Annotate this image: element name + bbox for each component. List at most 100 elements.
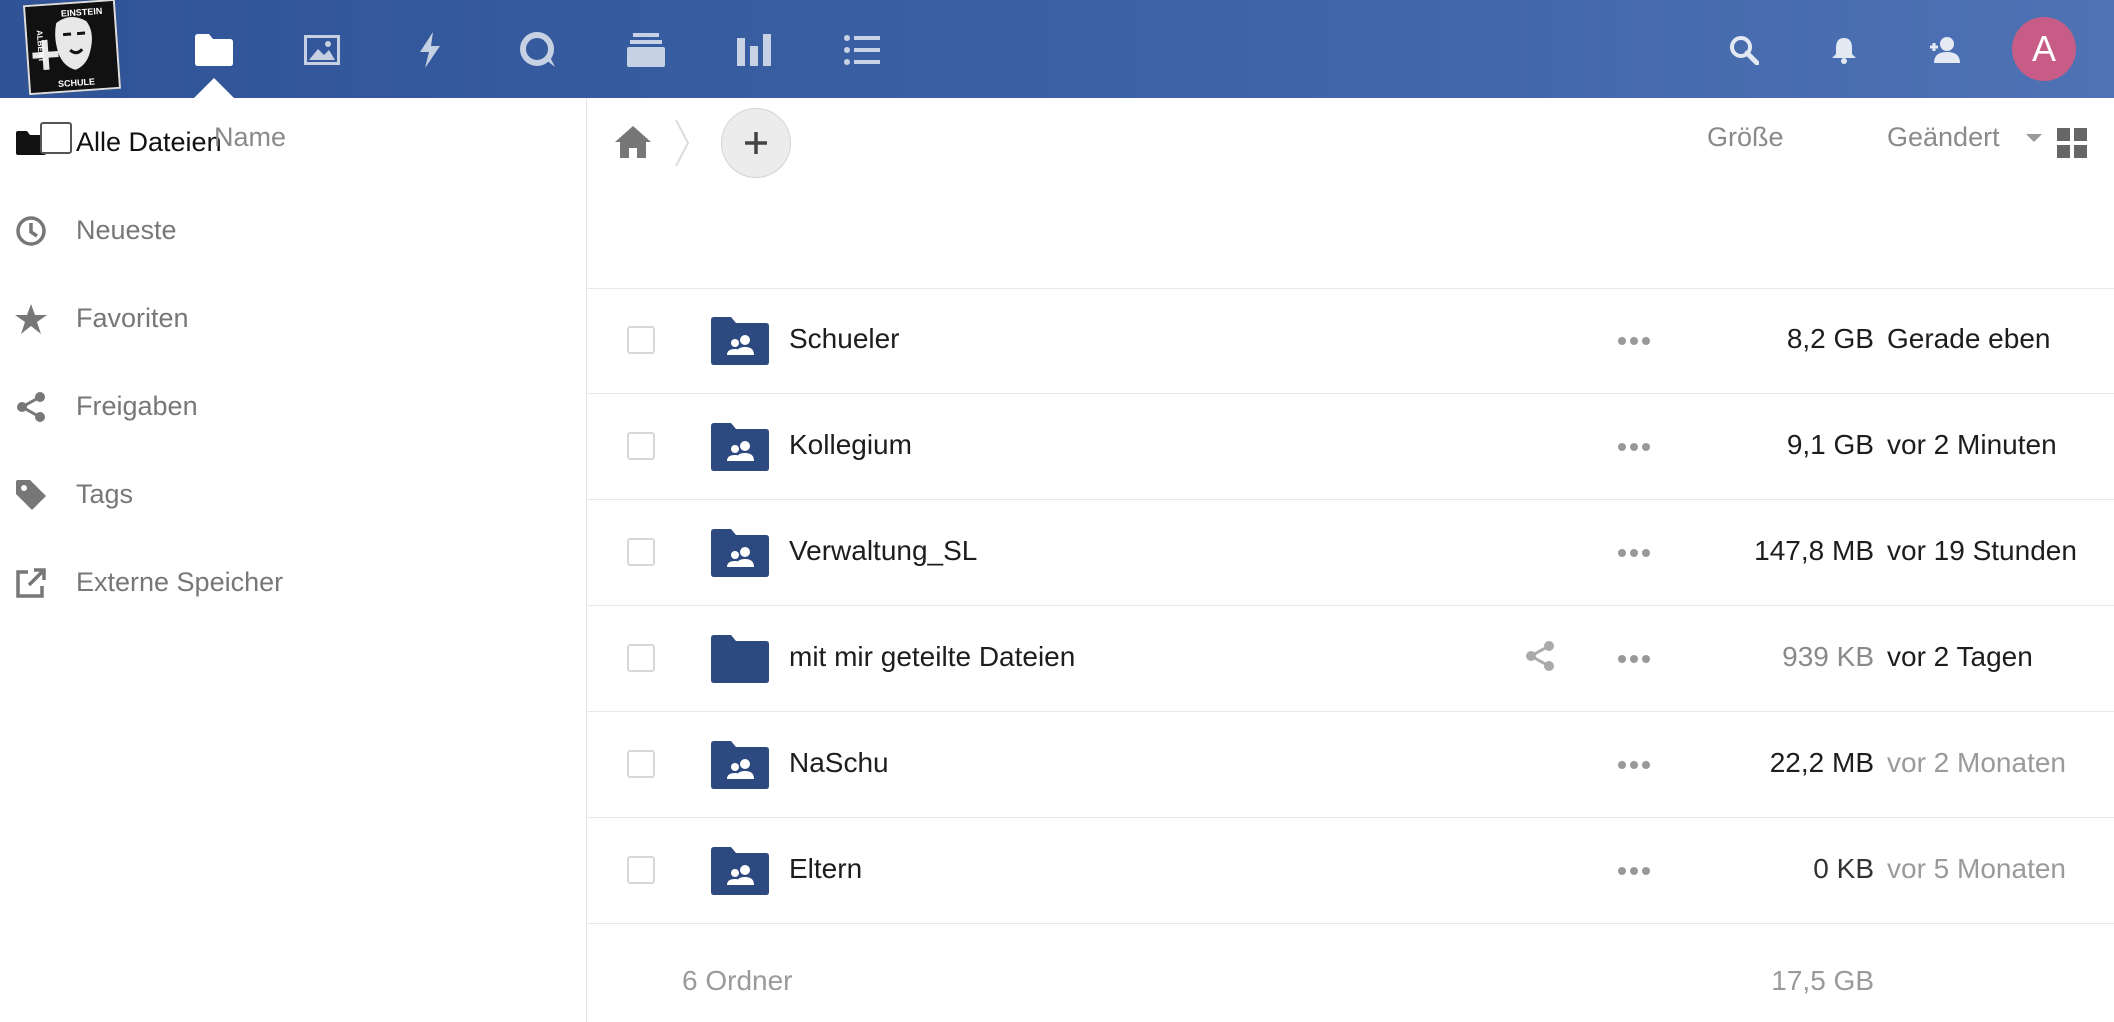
file-summary: 6 Ordner 17,5 GB bbox=[587, 953, 2114, 1013]
table-row[interactable]: Eltern 0 KB vor 5 Monaten bbox=[587, 817, 2114, 924]
sidebar: Alle Dateien Neueste Favoriten Freigaben… bbox=[0, 98, 587, 1022]
table-row[interactable]: Schueler 8,2 GB Gerade eben bbox=[587, 287, 2114, 394]
sidebar-item-all-files[interactable]: Alle Dateien bbox=[0, 98, 586, 186]
app-files[interactable] bbox=[188, 24, 240, 76]
stack-icon bbox=[627, 33, 665, 67]
file-name[interactable]: NaSchu bbox=[789, 747, 889, 779]
clock-icon bbox=[14, 214, 48, 248]
more-actions-icon[interactable] bbox=[1617, 861, 1651, 881]
sidebar-item-tags[interactable]: Tags bbox=[0, 450, 586, 538]
file-modified: vor 2 Minuten bbox=[1887, 429, 2057, 460]
file-size: 8,2 GB bbox=[1786, 323, 1874, 354]
group-folder-icon bbox=[711, 847, 769, 895]
plus-icon bbox=[745, 132, 767, 154]
row-checkbox[interactable] bbox=[627, 644, 655, 672]
file-table-header: Name Größe Geändert bbox=[40, 122, 2114, 289]
file-name[interactable]: Schueler bbox=[789, 323, 900, 355]
more-actions-icon[interactable] bbox=[1617, 543, 1651, 563]
star-icon bbox=[14, 302, 48, 336]
contacts-button[interactable] bbox=[1918, 24, 1970, 76]
school-logo[interactable]: EINSTEIN SCHULE ALBERT bbox=[22, 0, 122, 96]
file-size: 939 KB bbox=[1782, 641, 1874, 672]
group-folder-icon bbox=[711, 423, 769, 471]
app-activity[interactable] bbox=[404, 24, 456, 76]
avatar-letter: A bbox=[2031, 28, 2056, 69]
row-checkbox[interactable] bbox=[627, 856, 655, 884]
share-icon bbox=[14, 390, 48, 424]
tasks-list-icon bbox=[844, 35, 880, 65]
app-deck[interactable] bbox=[620, 24, 672, 76]
new-file-button[interactable] bbox=[721, 108, 791, 178]
grid-icon bbox=[2057, 128, 2087, 158]
group-folder-icon bbox=[711, 317, 769, 365]
app-analytics[interactable] bbox=[728, 24, 780, 76]
grid-view-toggle[interactable] bbox=[2057, 128, 2087, 158]
sidebar-item-recent[interactable]: Neueste bbox=[0, 186, 586, 274]
file-modified: Gerade eben bbox=[1887, 323, 2051, 354]
column-name[interactable]: Name bbox=[214, 122, 286, 153]
file-modified: vor 19 Stunden bbox=[1887, 535, 2077, 566]
sidebar-item-label: Neueste bbox=[76, 214, 177, 245]
external-link-icon bbox=[14, 566, 48, 600]
table-row[interactable]: mit mir geteilte Dateien 939 KB vor 2 Tage… bbox=[587, 605, 2114, 712]
activity-bolt-icon bbox=[420, 32, 440, 68]
sidebar-item-shares[interactable]: Freigaben bbox=[0, 362, 586, 450]
sidebar-item-label: Favoriten bbox=[76, 302, 189, 333]
tag-icon bbox=[14, 478, 48, 512]
row-checkbox[interactable] bbox=[627, 750, 655, 778]
column-modified[interactable]: Geändert bbox=[1887, 122, 2000, 153]
more-actions-icon[interactable] bbox=[1617, 755, 1651, 775]
bell-icon bbox=[1832, 38, 1856, 64]
file-size: 0 KB bbox=[1813, 853, 1874, 884]
more-actions-icon[interactable] bbox=[1617, 331, 1651, 351]
sort-descending-icon bbox=[2026, 134, 2042, 142]
home-icon bbox=[615, 126, 651, 158]
file-modified: vor 5 Monaten bbox=[1887, 853, 2066, 884]
file-modified: vor 2 Monaten bbox=[1887, 747, 2066, 778]
search-icon bbox=[1730, 36, 1759, 65]
folder-icon bbox=[195, 34, 233, 66]
file-size: 22,2 MB bbox=[1769, 747, 1874, 778]
notifications-button[interactable] bbox=[1818, 24, 1870, 76]
file-modified: vor 2 Tagen bbox=[1887, 641, 2033, 672]
breadcrumb-separator bbox=[675, 119, 690, 167]
sidebar-item-label: Freigaben bbox=[76, 390, 198, 421]
sidebar-item-favorites[interactable]: Favoriten bbox=[0, 274, 586, 362]
table-row[interactable]: NaSchu 22,2 MB vor 2 Monaten bbox=[587, 711, 2114, 818]
image-icon bbox=[304, 35, 340, 65]
file-name[interactable]: Verwaltung_SL bbox=[789, 535, 977, 567]
folder-icon bbox=[711, 635, 769, 683]
breadcrumb-home[interactable] bbox=[615, 126, 653, 162]
user-avatar[interactable]: A bbox=[2012, 17, 2076, 81]
contacts-icon bbox=[1930, 37, 1960, 63]
file-size: 9,1 GB bbox=[1786, 429, 1874, 460]
file-name[interactable]: Kollegium bbox=[789, 429, 912, 461]
sidebar-item-external-storage[interactable]: Externe Speicher bbox=[0, 538, 586, 626]
more-actions-icon[interactable] bbox=[1617, 437, 1651, 457]
table-row[interactable]: Verwaltung_SL 147,8 MB vor 19 Stunden bbox=[587, 499, 2114, 606]
file-name[interactable]: mit mir geteilte Dateien bbox=[789, 641, 1075, 673]
active-app-indicator bbox=[194, 78, 234, 98]
group-folder-icon bbox=[711, 741, 769, 789]
folder-count: 6 Ordner bbox=[682, 965, 793, 996]
select-all-checkbox[interactable] bbox=[40, 122, 72, 154]
search-button[interactable] bbox=[1718, 24, 1770, 76]
talk-icon bbox=[520, 32, 555, 67]
row-checkbox[interactable] bbox=[627, 432, 655, 460]
row-checkbox[interactable] bbox=[627, 538, 655, 566]
row-checkbox[interactable] bbox=[627, 326, 655, 354]
file-name[interactable]: Eltern bbox=[789, 853, 862, 885]
file-size: 147,8 MB bbox=[1754, 535, 1874, 566]
total-size: 17,5 GB bbox=[1771, 965, 1874, 996]
more-actions-icon[interactable] bbox=[1617, 649, 1651, 669]
app-tasks[interactable] bbox=[836, 24, 888, 76]
chart-bars-icon bbox=[737, 34, 771, 66]
group-folder-icon bbox=[711, 529, 769, 577]
table-row[interactable]: Kollegium 9,1 GB vor 2 Minuten bbox=[587, 393, 2114, 500]
app-photos[interactable] bbox=[296, 24, 348, 76]
sidebar-item-label: Tags bbox=[76, 478, 134, 509]
column-size[interactable]: Größe bbox=[1707, 122, 1784, 153]
app-talk[interactable] bbox=[512, 24, 564, 76]
sidebar-item-label: Externe Speicher bbox=[76, 566, 284, 597]
share-icon[interactable] bbox=[1525, 641, 1557, 673]
